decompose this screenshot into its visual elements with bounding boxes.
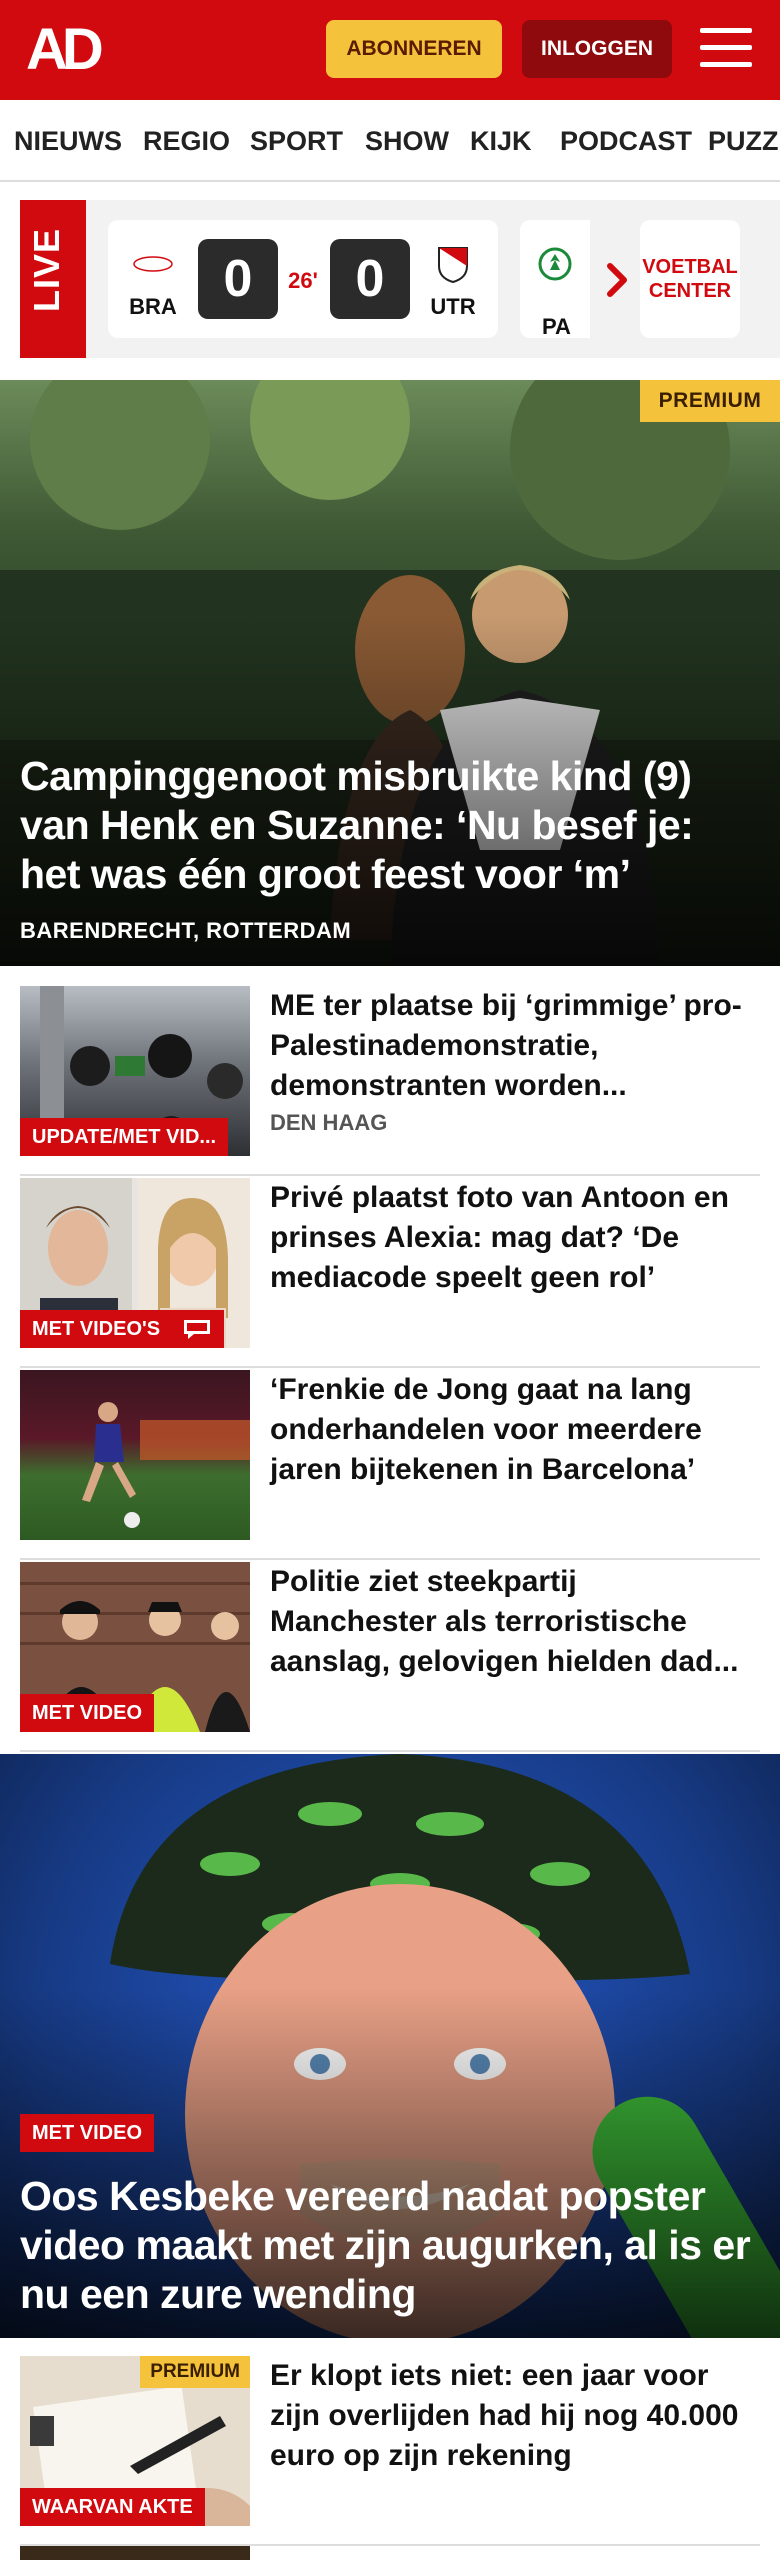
thumb-football — [20, 1370, 250, 1540]
next-thumb-partial — [20, 2546, 250, 2560]
hero-article-2[interactable]: MET VIDEO Oos Kesbeke vereerd nadat pops… — [0, 1754, 780, 2338]
top-header: AD ABONNEREN INLOGGEN — [0, 0, 780, 100]
article-title[interactable]: ‘Frenkie de Jong gaat na lang onderhande… — [270, 1370, 750, 1490]
menu-icon[interactable] — [700, 26, 752, 70]
hero-1-headline[interactable]: Campinggenoot misbruikte kind (9) van He… — [20, 752, 760, 899]
voetbal-center-link[interactable]: VOETBAL CENTER — [640, 220, 740, 338]
match-minute: 26' — [288, 268, 318, 293]
brann-crest-icon — [133, 256, 173, 272]
list-item[interactable]: MET VIDEO Politie ziet steekpartij Manch… — [20, 1562, 760, 1752]
home-team-abbr: BRA — [129, 294, 177, 319]
away-team: UTR — [418, 220, 488, 338]
thumb-manchester: MET VIDEO — [20, 1562, 250, 1732]
video-label: MET VIDEO — [20, 1694, 155, 1732]
article-title[interactable]: Privé plaatst foto van Antoon en prinses… — [270, 1178, 750, 1298]
home-team: BRA — [118, 220, 188, 338]
subscribe-button[interactable]: ABONNEREN — [326, 20, 502, 78]
away-score: 0 — [330, 239, 410, 319]
thumb-demonstration: UPDATE/MET VID... — [20, 986, 250, 1156]
article-title[interactable]: Er klopt iets niet: een jaar voor zijn o… — [270, 2356, 750, 2476]
hero-article-1[interactable]: PREMIUM Campinggenoot misbruikte kind (9… — [0, 380, 780, 966]
nav-item-puzzel[interactable]: PUZZ — [708, 126, 779, 157]
panathinaikos-crest-icon — [538, 247, 572, 281]
article-location: DEN HAAG — [270, 1110, 388, 1135]
match-card[interactable]: BRA 0 26' 0 UTR — [108, 220, 498, 338]
login-button[interactable]: INLOGGEN — [522, 20, 672, 78]
nav-item-kijk[interactable]: KIJK — [470, 126, 532, 157]
nav-item-nieuws[interactable]: NIEUWS — [14, 126, 122, 157]
next-match-team: PA — [542, 314, 571, 338]
next-match-card[interactable]: PA — [520, 220, 590, 338]
nav-item-podcast[interactable]: PODCAST — [560, 126, 692, 157]
article-title[interactable]: ME ter plaatse bij ‘grimmige’ pro-Palest… — [270, 986, 750, 1106]
live-tab[interactable]: LIVE — [20, 200, 86, 358]
update-video-label: UPDATE/MET VID... — [20, 1118, 229, 1156]
video-label: MET VIDEO — [20, 2114, 155, 2152]
away-team-abbr: UTR — [430, 294, 476, 319]
video-label-text: MET VIDEO'S — [32, 1317, 161, 1340]
nav-item-regio[interactable]: REGIO — [143, 126, 230, 157]
utrecht-crest-icon — [438, 247, 468, 284]
nav-item-show[interactable]: SHOW — [365, 126, 449, 157]
list-item[interactable]: PREMIUM WAARVAN AKTE Er klopt iets niet:… — [20, 2356, 760, 2546]
thumb-notary: PREMIUM WAARVAN AKTE — [20, 2356, 250, 2526]
hero-2-headline[interactable]: Oos Kesbeke vereerd nadat popster video … — [20, 2172, 760, 2319]
section-nav: NIEUWS REGIO SPORT SHOW KIJK PODCAST PUZ… — [0, 100, 780, 182]
nav-item-sport[interactable]: SPORT — [250, 126, 343, 157]
hero-1-location: BARENDRECHT, ROTTERDAM — [20, 918, 352, 943]
thumb-royals: MET VIDEO'S — [20, 1178, 250, 1348]
chevron-right-icon[interactable] — [588, 250, 648, 310]
category-label: WAARVAN AKTE — [20, 2488, 205, 2526]
video-label: MET VIDEO'S — [20, 1310, 225, 1348]
list-item[interactable]: UPDATE/MET VID... ME ter plaatse bij ‘gr… — [20, 986, 760, 1176]
article-title[interactable]: Politie ziet steekpartij Manchester als … — [270, 1562, 750, 1682]
live-scores-bar: LIVE BRA 0 26' 0 UTR PA VOETBAL CENTER — [20, 200, 780, 358]
ad-logo[interactable]: AD — [26, 21, 116, 79]
premium-badge: PREMIUM — [140, 2356, 250, 2388]
list-item[interactable]: MET VIDEO'S Privé plaatst foto van Antoo… — [20, 1178, 760, 1368]
list-item[interactable]: ‘Frenkie de Jong gaat na lang onderhande… — [20, 1370, 760, 1560]
comment-icon — [184, 1320, 211, 1339]
premium-badge: PREMIUM — [640, 380, 780, 422]
home-score: 0 — [198, 239, 278, 319]
live-label: LIVE — [26, 227, 67, 312]
